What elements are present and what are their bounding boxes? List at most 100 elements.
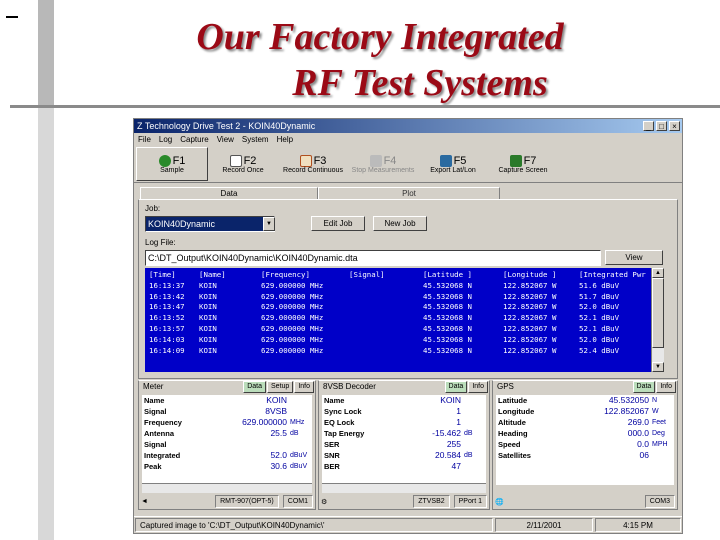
log-cell-integrated-pwr: 52.4 dBuV [579,345,620,355]
menu-capture[interactable]: Capture [180,133,208,146]
log-header-time: [Time] [149,270,176,279]
scroll-up-arrow-icon[interactable]: ▲ [652,268,664,278]
decoder-info-button[interactable]: Info [468,381,488,393]
edit-job-button[interactable]: Edit Job [311,216,365,231]
menu-log[interactable]: Log [159,133,172,146]
log-row[interactable]: 16:13:52 KOIN 629.000000 MHz 45.532068 N 122… [149,313,647,324]
decoder-data-button[interactable]: Data [444,381,468,393]
meter-info-button[interactable]: Info [294,381,314,393]
decoder-scrollbar[interactable] [322,483,486,493]
reading-value: 629.000000 [242,417,287,427]
scroll-down-arrow-icon[interactable]: ▼ [652,362,664,372]
reading-unit [649,450,674,461]
log-row[interactable]: 16:13:57 KOIN 629.000000 MHz 45.532068 N 122… [149,324,647,335]
log-cell-frequency: 629.000000 MHz [261,280,324,290]
reading-unit: W [652,408,659,415]
reading-unit [461,439,486,450]
capture-screen-button[interactable]: F7 Capture Screen [488,148,558,180]
window-titlebar[interactable]: Z Technology Drive Test 2 - KOIN40Dynami… [134,119,682,133]
log-cell-name: KOIN [199,313,217,323]
log-row[interactable]: 16:14:03 KOIN 629.000000 MHz 45.532068 N 122… [149,335,647,346]
view-button[interactable]: View [605,250,663,265]
reading-unit: Feet [652,419,667,426]
log-header-signal: [Signal] [349,270,385,279]
log-cell-signal [349,302,423,313]
log-cell-frequency: 629.000000 MHz [261,302,324,312]
log-cell-longitude: 122.852067 W [503,302,557,312]
reading-value: 255 [446,439,461,449]
menu-view[interactable]: View [217,133,234,146]
decoder-header: 8VSB Decoder Data Info [319,381,489,393]
status-date: 2/11/2001 [495,518,593,532]
export-label: Export Lat/Lon [430,166,476,174]
reading-key: BER [324,462,340,471]
decoder-gear-icon[interactable]: ⚙ [321,498,327,506]
menu-help[interactable]: Help [277,133,293,146]
reading-key: Tap Energy [324,429,365,438]
record-once-icon [229,154,242,167]
log-cell-signal [349,281,423,292]
reading-value: 1 [456,417,461,427]
log-table[interactable]: [Time] [Name] [Frequency] [Signal] [Lati… [145,268,651,372]
log-file-path[interactable]: C:\DT_Output\KOIN40Dynamic\KOIN40Dynamic… [145,250,601,266]
log-cell-frequency: 629.000000 MHz [261,313,324,323]
gps-info-button[interactable]: Info [656,381,676,393]
reading-value: 20.584 [435,450,461,460]
record-once-button[interactable]: F2 Record Once [208,148,278,180]
maximize-button[interactable]: □ [656,121,667,131]
new-job-button[interactable]: New Job [373,216,427,231]
reading-unit: dB [464,452,473,459]
log-row[interactable]: 16:14:09 KOIN 629.000000 MHz 45.532068 N 122… [149,346,647,357]
meter-data-button[interactable]: Data [243,381,267,393]
minimize-button[interactable]: _ [643,121,654,131]
gps-header: GPS Data Info [493,381,677,393]
reading-unit: dB [464,430,473,437]
sample-key: F1 [172,154,186,167]
data-pane: Job: KOIN40Dynamic ▼ Edit Job New Job Lo… [138,199,678,379]
log-header-longitude: [Longitude ] [503,270,557,279]
log-cell-signal [349,346,423,357]
export-latlon-button[interactable]: F5 Export Lat/Lon [418,148,488,180]
gps-data-button[interactable]: Data [632,381,656,393]
gps-footer: 🌐 COM3 [495,495,675,508]
reading-row: Peak 30.6 dBuV [142,461,312,472]
decoder-footer: ⚙ ZTVSB2 PPort 1 [321,495,487,508]
menu-file[interactable]: File [138,133,151,146]
record-continuous-button[interactable]: F3 Record Continuous [278,148,348,180]
meter-setup-button[interactable]: Setup [267,381,294,393]
reading-value: 0.0 [637,439,649,449]
log-scrollbar[interactable]: ▲ ▼ [651,268,664,372]
log-cell-longitude: 122.852067 W [503,313,557,323]
globe-icon[interactable]: 🌐 [495,498,504,506]
record-continuous-key: F3 [313,154,327,167]
log-row[interactable]: 16:13:47 KOIN 629.000000 MHz 45.532068 N 122… [149,302,647,313]
reading-key: Sync Lock [324,407,362,416]
menu-system[interactable]: System [242,133,269,146]
decoder-readings: Name KOIN Sync Lock 1 EQ Lock 1 Tap Energy -15.… [322,395,486,485]
meter-scroll-left-icon[interactable]: ◄ [141,498,148,505]
log-cell-signal [349,335,423,346]
log-row[interactable]: 16:13:42 KOIN 629.000000 MHz 45.532068 N 122… [149,292,647,303]
log-cell-longitude: 122.852067 W [503,323,557,333]
scroll-thumb[interactable] [652,278,664,348]
stop-measurements-button[interactable]: F4 Stop Measurements [348,148,418,180]
meter-scrollbar[interactable] [142,483,312,493]
reading-key: Altitude [498,418,526,427]
log-cell-frequency: 629.000000 MHz [261,334,324,344]
log-row[interactable]: 16:13:37 KOIN 629.000000 MHz 45.532068 N 122… [149,281,647,292]
log-cell-frequency: 629.000000 MHz [261,345,324,355]
sample-button[interactable]: F1 Sample [136,147,208,181]
log-cell-time: 16:13:42 [149,291,185,301]
reading-unit: MHz [290,419,305,426]
job-select[interactable]: KOIN40Dynamic [145,216,275,232]
job-dropdown-button[interactable]: ▼ [263,217,275,231]
reading-value: KOIN [266,395,287,405]
log-header-name: [Name] [199,270,226,279]
export-icon [439,154,452,167]
capture-label: Capture Screen [498,166,548,174]
log-cell-longitude: 122.852067 W [503,345,557,355]
close-button[interactable]: × [669,121,680,131]
reading-key: Antenna [144,429,174,438]
reading-unit: MPH [652,441,668,448]
log-cell-latitude: 45.532068 N [423,291,472,301]
